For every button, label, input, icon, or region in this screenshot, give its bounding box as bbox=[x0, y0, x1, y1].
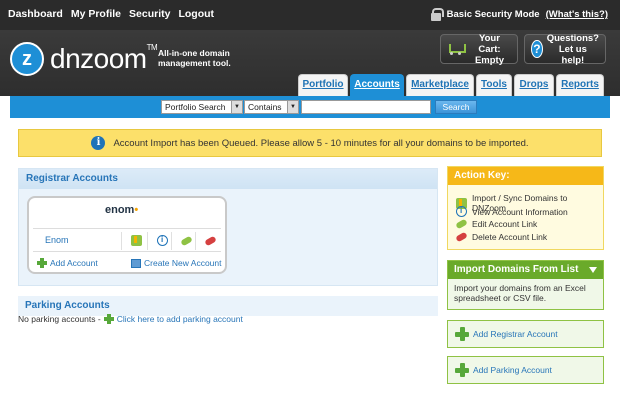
plus-icon bbox=[455, 327, 469, 341]
add-parking-link[interactable]: Click here to add parking account bbox=[117, 314, 243, 324]
security-mode: Basic Security Mode (What's this?) bbox=[430, 8, 608, 21]
trademark: TM bbox=[146, 43, 158, 52]
tagline-line1: All-in-one domain bbox=[158, 48, 230, 58]
help-line2: Let us help! bbox=[558, 43, 587, 66]
import-notice: i Account Import has been Queued. Please… bbox=[18, 129, 602, 157]
edit-icon bbox=[455, 218, 468, 230]
add-parking-account-button[interactable]: Add Parking Account bbox=[447, 356, 604, 384]
add-account-link[interactable]: Add Account bbox=[37, 258, 98, 268]
enom-logo: enom• bbox=[105, 204, 139, 216]
search-input[interactable] bbox=[301, 100, 431, 114]
chevron-down-icon: ▼ bbox=[231, 101, 242, 113]
plus-icon bbox=[37, 258, 47, 268]
search-scope-value: Portfolio Search bbox=[165, 102, 226, 112]
action-key-panel: Action Key: Import / Sync Domains to DNZ… bbox=[447, 166, 604, 250]
create-account-link[interactable]: Create New Account bbox=[131, 258, 221, 268]
table-row: Enom bbox=[33, 228, 221, 252]
enom-account-card: enom• Enom Add Account Create New Accoun… bbox=[27, 196, 227, 274]
parking-empty-row: No parking accounts - Click here to add … bbox=[18, 314, 243, 324]
notice-text: Account Import has been Queued. Please a… bbox=[113, 137, 529, 149]
nav-dashboard-link[interactable]: Dashboard bbox=[8, 8, 63, 20]
tab-tools[interactable]: Tools bbox=[476, 74, 512, 96]
search-scope-select[interactable]: Portfolio Search ▼ bbox=[161, 100, 243, 114]
account-name[interactable]: Enom bbox=[45, 235, 69, 245]
plus-icon bbox=[103, 314, 114, 324]
import-domains-panel[interactable]: Import Domains From List Import your dom… bbox=[447, 260, 604, 310]
brand-logo[interactable]: dnzoomTM bbox=[50, 43, 158, 75]
nav-my-profile-link[interactable]: My Profile bbox=[71, 8, 121, 20]
nav-logout-link[interactable]: Logout bbox=[178, 8, 214, 20]
import-domains-text: Import your domains from an Excel spread… bbox=[454, 283, 586, 303]
parking-accounts-title: Parking Accounts bbox=[18, 296, 438, 316]
help-button[interactable]: ? Questions? Let us help! bbox=[524, 32, 606, 66]
parking-empty-text: No parking accounts - bbox=[18, 314, 101, 324]
chevron-down-icon bbox=[589, 267, 597, 273]
tab-portfolio[interactable]: Portfolio bbox=[298, 74, 348, 96]
cart-label: Your Cart: bbox=[478, 32, 501, 55]
search-bar: Portfolio Search ▼ Contains ▼ Search bbox=[10, 96, 610, 118]
tab-marketplace[interactable]: Marketplace bbox=[406, 74, 474, 96]
search-match-value: Contains bbox=[248, 102, 282, 112]
delete-icon bbox=[455, 231, 468, 243]
security-mode-label: Basic Security Mode bbox=[446, 9, 540, 20]
help-line1: Questions? bbox=[546, 32, 599, 44]
add-registrar-account-button[interactable]: Add Registrar Account bbox=[447, 320, 604, 348]
tagline: All-in-one domain management tool. bbox=[158, 48, 231, 68]
action-key-title: Action Key: bbox=[448, 167, 603, 185]
nav-security-link[interactable]: Security bbox=[129, 8, 170, 20]
cart-icon bbox=[447, 42, 466, 56]
edit-icon[interactable] bbox=[180, 235, 193, 247]
info-icon bbox=[456, 206, 467, 217]
list-item: View Account Information bbox=[456, 206, 568, 217]
brand-name: dnzoom bbox=[50, 43, 147, 74]
delete-icon[interactable] bbox=[204, 235, 217, 247]
list-item: Delete Account Link bbox=[455, 231, 547, 243]
import-domains-title[interactable]: Import Domains From List bbox=[448, 261, 603, 279]
top-bar: Dashboard My Profile Security Logout Bas… bbox=[0, 0, 620, 30]
plus-icon bbox=[455, 363, 469, 377]
chevron-down-icon: ▼ bbox=[287, 101, 298, 113]
registrar-accounts-panel: Registrar Accounts enom• Enom Add Accoun… bbox=[18, 168, 438, 286]
top-nav: Dashboard My Profile Security Logout bbox=[8, 8, 214, 20]
logo-icon[interactable]: z bbox=[10, 42, 44, 76]
sync-icon[interactable] bbox=[131, 235, 142, 246]
search-match-select[interactable]: Contains ▼ bbox=[244, 100, 299, 114]
tagline-line2: management tool. bbox=[158, 58, 231, 68]
parking-accounts-panel: Parking Accounts No parking accounts - C… bbox=[18, 296, 438, 338]
question-icon: ? bbox=[531, 40, 543, 58]
info-icon: i bbox=[91, 136, 106, 150]
account-icon bbox=[131, 258, 141, 268]
whats-this-link[interactable]: (What's this?) bbox=[546, 9, 608, 20]
tab-drops[interactable]: Drops bbox=[514, 74, 554, 96]
lock-icon bbox=[430, 8, 444, 21]
cart-status: Empty bbox=[474, 54, 504, 66]
info-icon[interactable] bbox=[157, 235, 168, 246]
registrar-accounts-title: Registrar Accounts bbox=[19, 169, 437, 189]
tab-accounts[interactable]: Accounts bbox=[350, 74, 404, 96]
search-button[interactable]: Search bbox=[435, 100, 477, 114]
cart-button[interactable]: Your Cart: Empty bbox=[440, 32, 518, 66]
list-item: Edit Account Link bbox=[455, 218, 537, 230]
tab-reports[interactable]: Reports bbox=[556, 74, 604, 96]
